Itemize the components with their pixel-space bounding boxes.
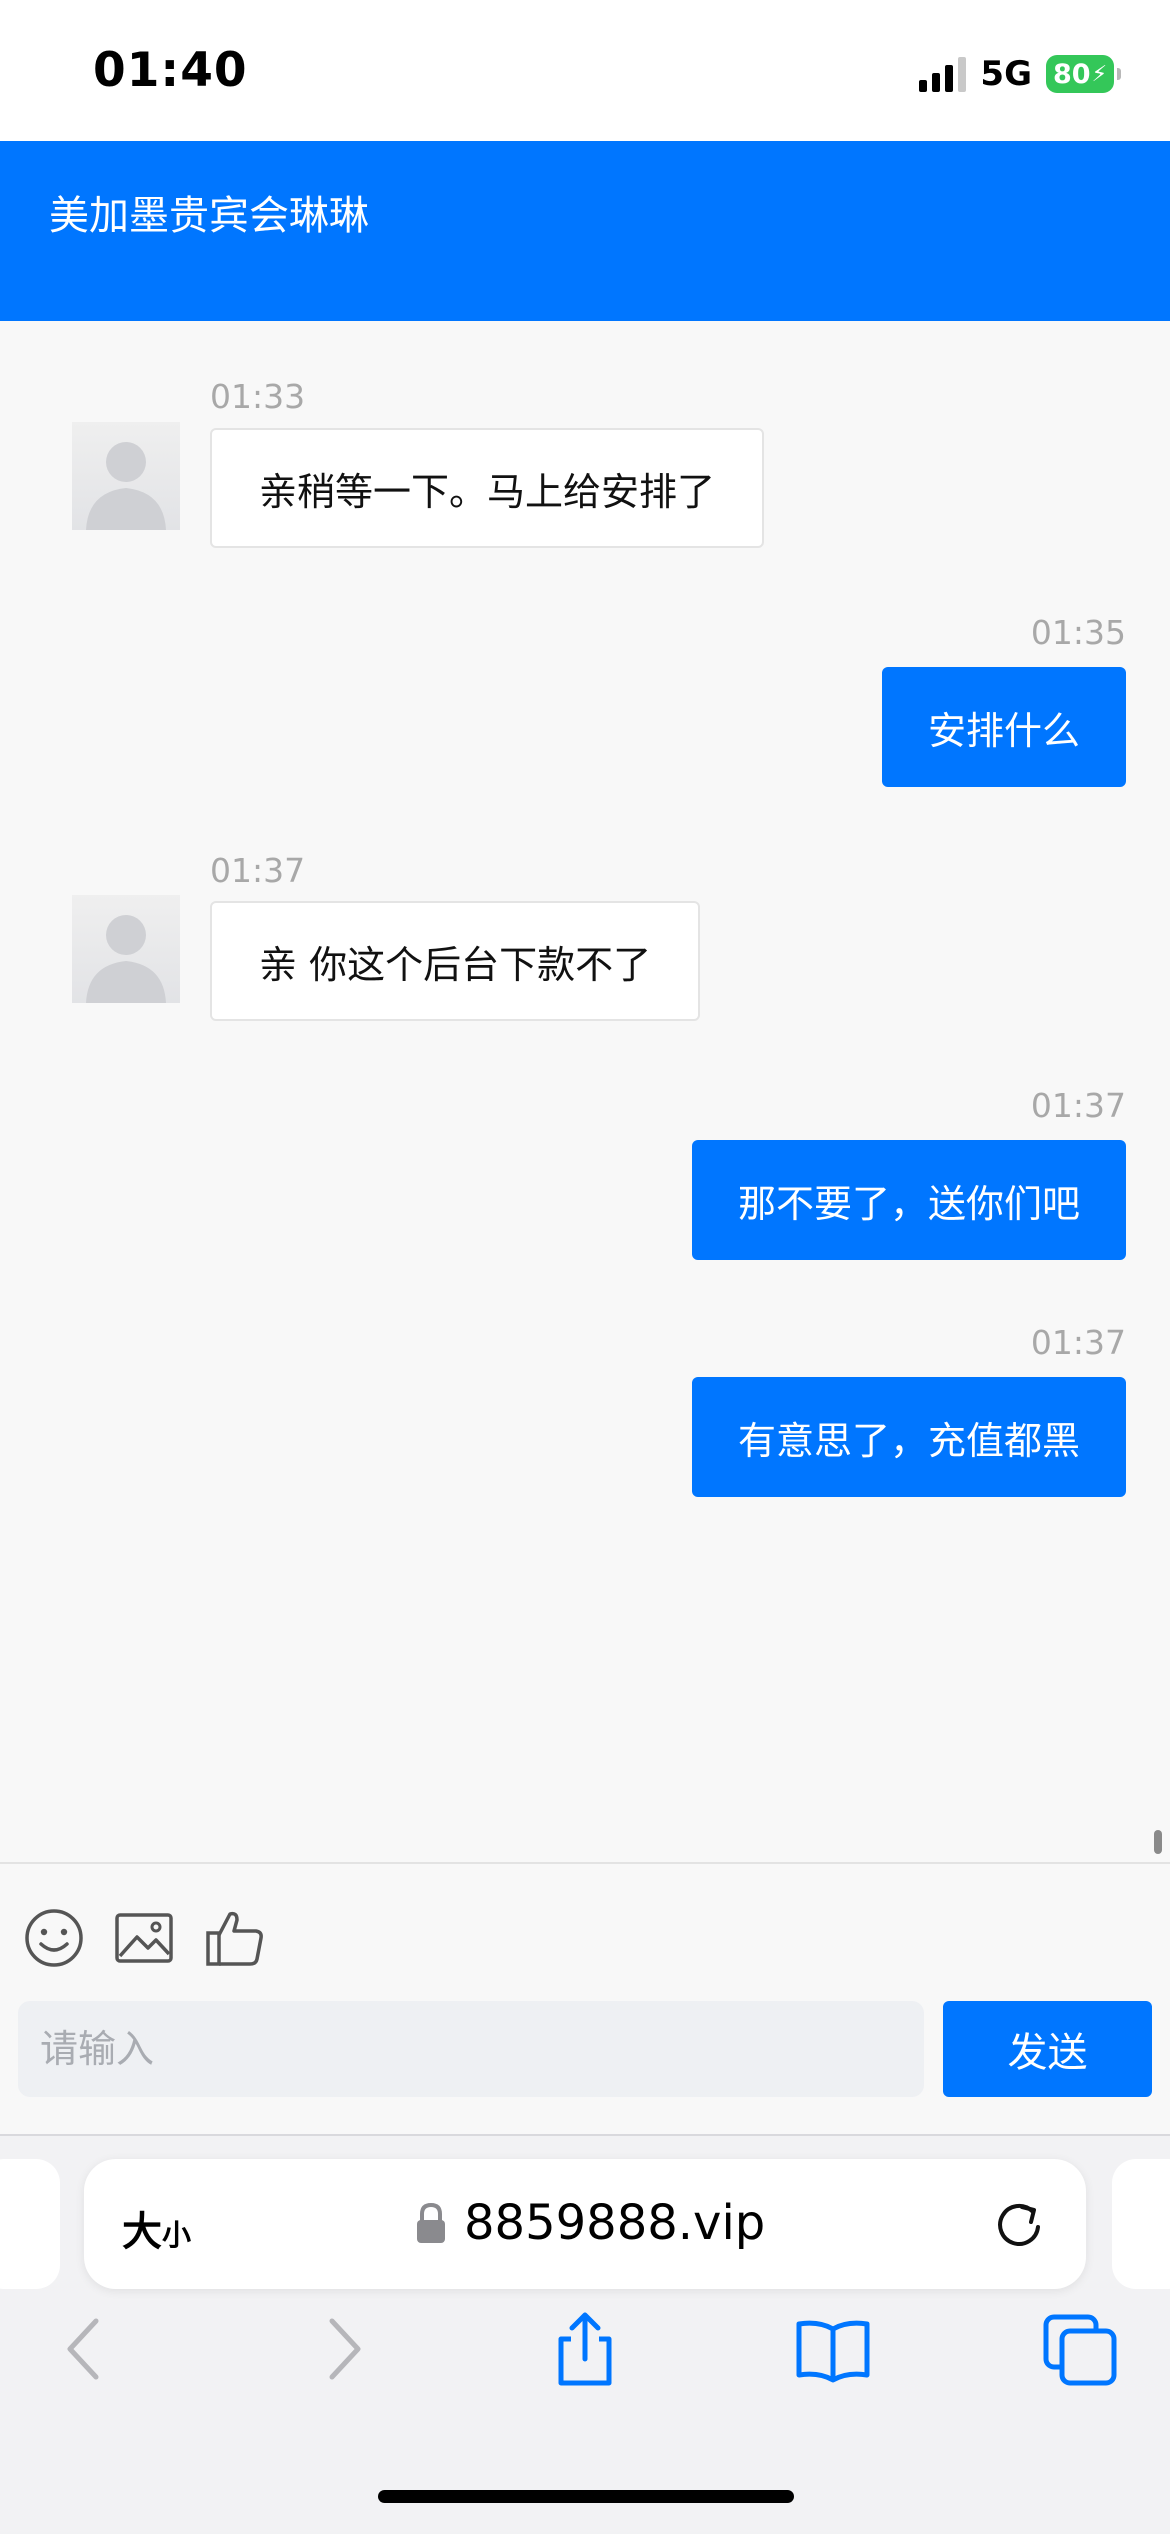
browser-toolbar: 大小 8859888.vip (0, 2134, 1170, 2534)
tabs-icon[interactable] (1040, 2309, 1120, 2389)
send-button[interactable]: 发送 (943, 2001, 1152, 2097)
default-avatar-icon (86, 915, 166, 1003)
share-icon[interactable] (545, 2309, 625, 2389)
message-composer: 发送 (0, 1862, 1170, 2136)
text-size-big: 大 (122, 2209, 162, 2255)
message-time: 01:37 (210, 851, 306, 890)
avatar[interactable] (72, 422, 180, 530)
message-time: 01:33 (210, 377, 306, 416)
back-icon[interactable] (48, 2309, 128, 2389)
bookmarks-icon[interactable] (793, 2309, 873, 2389)
text-size-button[interactable]: 大小 (122, 2199, 191, 2257)
image-icon[interactable] (112, 1906, 176, 1970)
forward-icon[interactable] (300, 2309, 380, 2389)
message-list[interactable]: 01:33 亲稍等一下。马上给安排了 01:35 安排什么 01:37 亲 你这… (0, 321, 1170, 1862)
message-input-box[interactable] (18, 2001, 924, 2097)
message-time: 01:35 (1030, 613, 1126, 652)
outgoing-message-bubble: 有意思了，充值都黑 (691, 1377, 1126, 1497)
incoming-message-bubble: 亲 你这个后台下款不了 (210, 901, 701, 1021)
chat-header: 美加墨贵宾会琳琳 (0, 141, 1170, 321)
charging-bolt-icon: ⚡ (1091, 61, 1108, 87)
message-time: 01:37 (1030, 1323, 1126, 1362)
avatar[interactable] (72, 895, 180, 1003)
message-input[interactable] (38, 2026, 924, 2072)
reload-icon[interactable] (992, 2197, 1046, 2251)
incoming-message-bubble: 亲稍等一下。马上给安排了 (210, 428, 765, 548)
outgoing-message-bubble: 安排什么 (881, 667, 1126, 787)
outgoing-message-bubble: 那不要了，送你们吧 (691, 1140, 1126, 1260)
url-display[interactable]: 8859888.vip (414, 2195, 765, 2251)
home-indicator[interactable] (378, 2490, 794, 2503)
cellular-signal-icon (919, 56, 967, 92)
status-indicators: 5G 80 ⚡ (919, 52, 1121, 96)
text-size-small: 小 (162, 2218, 192, 2252)
network-type: 5G (980, 54, 1032, 94)
message-time: 01:37 (1030, 1086, 1126, 1125)
url-text: 8859888.vip (464, 2195, 766, 2251)
status-bar: 01:40 5G 80 ⚡ (0, 0, 1170, 141)
battery-level: 80 (1052, 58, 1091, 90)
chat-title: 美加墨贵宾会琳琳 (49, 193, 369, 239)
previous-tab-card[interactable] (0, 2159, 60, 2289)
lock-icon (417, 2202, 445, 2243)
next-tab-card[interactable] (1112, 2159, 1170, 2289)
default-avatar-icon (86, 442, 166, 530)
battery-icon: 80 ⚡ (1046, 55, 1121, 93)
status-time: 01:40 (93, 43, 248, 98)
address-bar[interactable]: 大小 8859888.vip (84, 2159, 1086, 2289)
scrollbar[interactable] (1154, 1830, 1162, 1854)
thumbs-up-icon[interactable] (203, 1906, 267, 1970)
emoji-icon[interactable] (22, 1906, 86, 1970)
